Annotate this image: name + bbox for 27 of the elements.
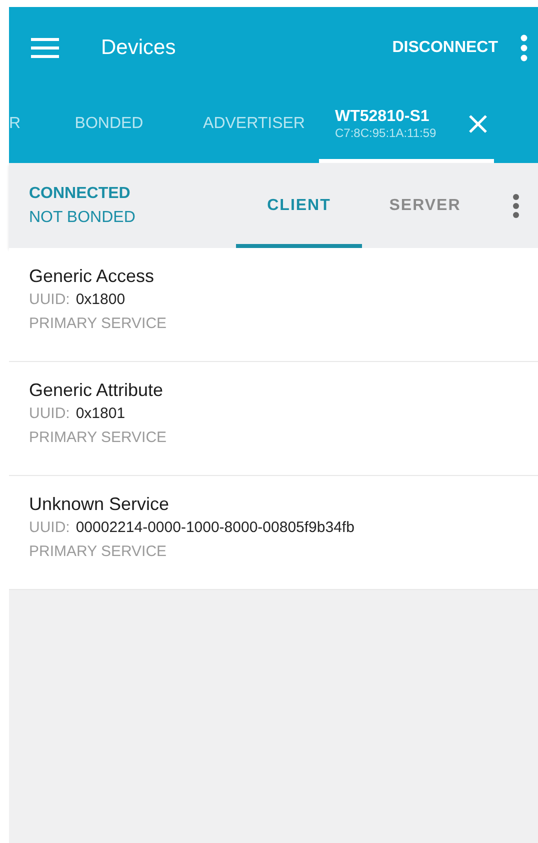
service-name: Generic Attribute xyxy=(29,379,164,402)
uuid-value: 00002214-0000-1000-8000-00805f9b34fb xyxy=(76,518,354,538)
service-row[interactable]: Generic Attribute UUID: 0x1801 PRIMARY SERVICE xyxy=(9,362,538,476)
connection-status: CONNECTED xyxy=(29,184,132,204)
uuid-label: UUID: xyxy=(29,518,70,538)
bond-status: NOT BONDED xyxy=(29,208,136,228)
uuid-value: 0x1800 xyxy=(76,290,126,310)
uuid-label: UUID: xyxy=(29,290,70,310)
service-name: Generic Access xyxy=(29,265,154,288)
service-type: PRIMARY SERVICE xyxy=(29,314,167,334)
service-name: Unknown Service xyxy=(29,493,170,516)
more-options-icon[interactable] xyxy=(520,34,528,62)
uuid-value: 0x1801 xyxy=(76,404,126,424)
device-tab[interactable]: ADVERTISER xyxy=(189,89,319,163)
device-tab[interactable]: R xyxy=(9,89,29,163)
device-tab[interactable]: BONDED xyxy=(29,89,189,163)
disconnect-button[interactable]: DISCONNECT xyxy=(388,36,502,60)
menu-icon[interactable] xyxy=(31,37,59,59)
service-row[interactable]: Unknown Service UUID: 00002214-0000-1000-8000-00805f9b34fb PRIMARY SERVICE xyxy=(9,476,538,590)
app-title: Devices xyxy=(101,35,176,62)
more-options-icon[interactable] xyxy=(512,192,520,218)
service-type: PRIMARY SERVICE xyxy=(29,428,167,448)
service-type: PRIMARY SERVICE xyxy=(29,542,167,562)
uuid-label: UUID: xyxy=(29,404,70,424)
close-icon[interactable] xyxy=(468,114,488,134)
role-tab[interactable]: SERVER xyxy=(362,163,488,248)
service-row[interactable]: Generic Access UUID: 0x1800 PRIMARY SERVICE xyxy=(9,248,538,362)
